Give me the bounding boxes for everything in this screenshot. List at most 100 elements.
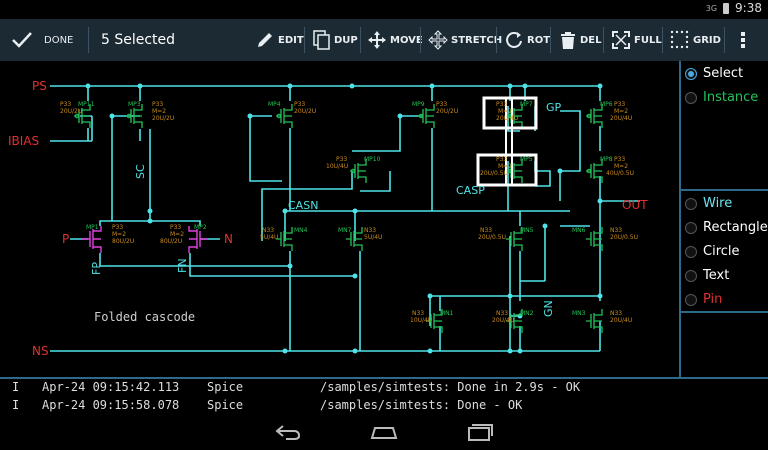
divider xyxy=(681,189,768,191)
tool-panel: Select Instance Wire Rectangle Circle Te… xyxy=(679,61,768,377)
svg-text:MN1: MN1 xyxy=(440,310,454,317)
tool-text-label: Text xyxy=(703,268,730,283)
battery-icon xyxy=(723,2,730,14)
svg-text:MP11: MP11 xyxy=(78,101,95,108)
caption[interactable]: Folded cascode xyxy=(94,310,195,324)
mode-instance-label: Instance xyxy=(703,90,759,105)
stretch-arrows-icon xyxy=(428,30,448,50)
stretch-label: STRETCH xyxy=(451,34,503,46)
mode-select-label: Select xyxy=(703,66,744,81)
svg-text:N33: N33 xyxy=(262,227,274,234)
svg-text:M=2: M=2 xyxy=(498,108,512,115)
svg-text:M=2: M=2 xyxy=(170,231,184,238)
svg-text:MP2: MP2 xyxy=(194,224,207,231)
net-gp: GP xyxy=(546,101,562,114)
svg-text:M=2: M=2 xyxy=(498,163,512,170)
svg-text:20U/2U: 20U/2U xyxy=(60,108,82,115)
svg-text:P33: P33 xyxy=(436,101,447,108)
rotate-button[interactable]: ROT xyxy=(504,19,550,61)
svg-text:N33: N33 xyxy=(364,227,376,234)
svg-text:20U/4U: 20U/4U xyxy=(492,317,514,324)
svg-text:MP9: MP9 xyxy=(412,101,425,108)
back-button[interactable] xyxy=(268,419,308,445)
schematic-drawing[interactable]: PS IBIAS P N NS OUT CASN CASP GP SC FP F… xyxy=(0,61,679,377)
move-label: MOVE xyxy=(390,34,423,46)
grid-label: GRID xyxy=(693,34,721,46)
status-bar: 3G 9:38 xyxy=(0,0,768,19)
schematic-canvas[interactable]: PS IBIAS P N NS OUT CASN CASP GP SC FP F… xyxy=(0,61,679,377)
svg-text:P33: P33 xyxy=(496,101,507,108)
svg-text:5U/4U: 5U/4U xyxy=(364,234,382,241)
duplicate-button[interactable]: DUP xyxy=(313,19,358,61)
svg-text:80U/2U: 80U/2U xyxy=(160,238,182,245)
tool-rectangle[interactable]: Rectangle xyxy=(685,220,768,235)
radio-icon xyxy=(685,91,697,104)
net-labels[interactable]: CASN CASP GP SC FP FN GN xyxy=(90,101,562,317)
radio-icon xyxy=(685,197,697,210)
tool-text[interactable]: Text xyxy=(685,268,729,283)
navigation-bar xyxy=(0,415,768,450)
net-gn: GN xyxy=(542,300,555,317)
log-entry: I Apr-24 09:15:42.113 Spice /samples/sim… xyxy=(12,380,581,394)
svg-text:P33: P33 xyxy=(614,156,625,163)
tool-circle-label: Circle xyxy=(703,244,740,259)
move-button[interactable]: MOVE xyxy=(367,19,423,61)
grid-dots-icon xyxy=(670,30,689,49)
status-icons: 3G 9:38 xyxy=(706,1,762,15)
mode-select[interactable]: Select xyxy=(685,66,743,81)
tool-circle[interactable]: Circle xyxy=(685,244,740,259)
recents-button[interactable] xyxy=(460,419,500,445)
svg-text:10U/4U: 10U/4U xyxy=(326,163,348,170)
dup-label: DUP xyxy=(334,34,358,46)
grid-button[interactable]: GRID xyxy=(670,19,721,61)
radio-icon xyxy=(685,245,697,258)
port-n: N xyxy=(224,232,233,246)
svg-text:20U/2U: 20U/2U xyxy=(294,108,316,115)
svg-text:20U/2U: 20U/2U xyxy=(436,108,458,115)
svg-text:MP7: MP7 xyxy=(520,101,533,108)
home-button[interactable] xyxy=(364,419,404,445)
radio-icon xyxy=(685,67,697,80)
edit-button[interactable]: EDIT xyxy=(255,19,304,61)
svg-text:M=2: M=2 xyxy=(614,108,628,115)
port-ibias: IBIAS xyxy=(8,134,39,148)
tool-pin[interactable]: Pin xyxy=(685,292,722,307)
svg-text:80U/2U: 80U/2U xyxy=(112,238,134,245)
svg-text:M=2: M=2 xyxy=(112,231,126,238)
delete-button[interactable]: DEL xyxy=(559,19,602,61)
overflow-menu-button[interactable] xyxy=(738,19,748,61)
log-console[interactable]: I Apr-24 09:15:42.113 Spice /samples/sim… xyxy=(0,377,768,417)
transistors[interactable] xyxy=(73,103,603,334)
svg-text:MN3: MN3 xyxy=(572,310,586,317)
svg-text:20U/4U: 20U/4U xyxy=(610,115,632,122)
svg-text:P33: P33 xyxy=(496,156,507,163)
port-ns: NS xyxy=(32,344,49,358)
svg-text:10U/4U: 10U/4U xyxy=(410,317,432,324)
svg-text:20U/0.5U: 20U/0.5U xyxy=(478,234,506,241)
move-arrows-icon xyxy=(368,31,386,49)
svg-text:MP3: MP3 xyxy=(128,101,141,108)
svg-text:N33: N33 xyxy=(412,310,424,317)
done-button[interactable]: DONE xyxy=(10,19,73,61)
overflow-dots-icon xyxy=(741,32,745,48)
svg-text:MN6: MN6 xyxy=(572,227,586,234)
svg-text:MP10: MP10 xyxy=(364,156,381,163)
svg-text:N33: N33 xyxy=(480,227,492,234)
stretch-button[interactable]: STRETCH xyxy=(428,19,502,61)
svg-text:MN7: MN7 xyxy=(338,227,352,234)
tool-wire[interactable]: Wire xyxy=(685,196,732,211)
net-casp: CASP xyxy=(456,184,485,197)
svg-text:40U/0.5U: 40U/0.5U xyxy=(606,170,634,177)
done-label: DONE xyxy=(44,34,74,46)
svg-text:MP4: MP4 xyxy=(268,101,281,108)
svg-text:MP6: MP6 xyxy=(600,101,613,108)
svg-text:MP1: MP1 xyxy=(86,224,99,231)
fullscreen-icon xyxy=(612,31,630,49)
svg-text:MN4: MN4 xyxy=(294,227,308,234)
full-view-button[interactable]: FULL xyxy=(611,19,662,61)
mode-instance[interactable]: Instance xyxy=(685,90,758,105)
tool-pin-label: Pin xyxy=(703,292,723,307)
rot-label: ROT xyxy=(527,34,551,46)
svg-text:P33: P33 xyxy=(294,101,305,108)
net-casn: CASN xyxy=(288,199,318,212)
